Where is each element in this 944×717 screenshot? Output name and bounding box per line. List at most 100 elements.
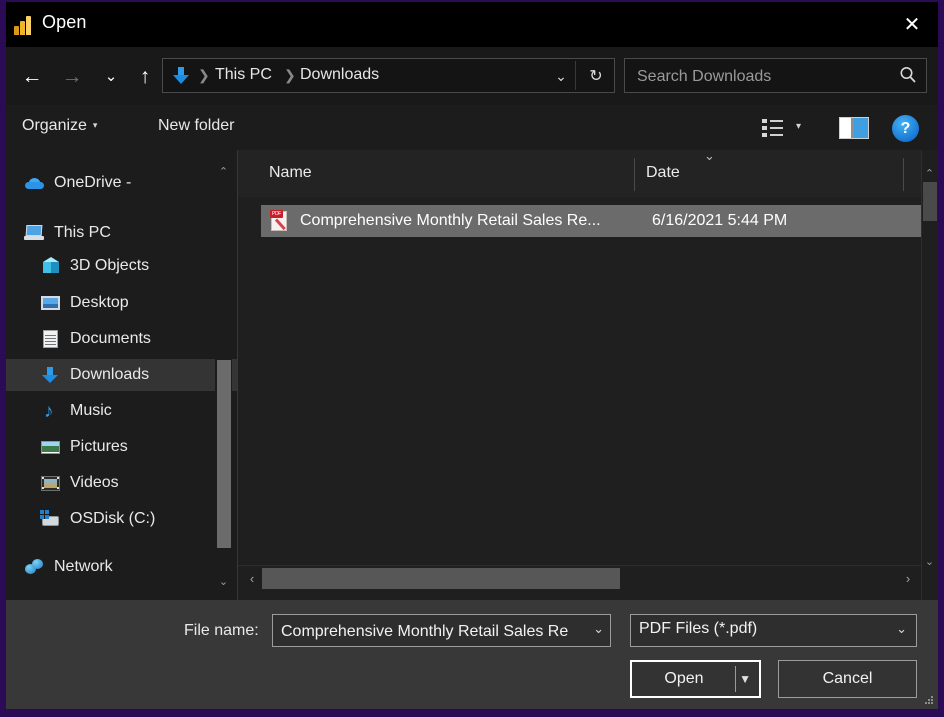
chevron-down-icon[interactable]: ⌄ — [896, 621, 907, 637]
command-bar: Organize▾ New folder ▾ ? — [6, 105, 938, 150]
sidebar-item-documents[interactable]: Documents — [6, 323, 238, 355]
sidebar-item-onedrive[interactable]: OneDrive - — [6, 167, 227, 199]
download-arrow-icon — [40, 365, 62, 385]
scroll-up-icon[interactable]: ⌃ — [215, 160, 232, 182]
new-folder-button[interactable]: New folder — [158, 117, 234, 135]
file-date-cell: 6/16/2021 5:44 PM — [652, 212, 787, 230]
chevron-down-icon[interactable]: ⌄ — [593, 621, 604, 637]
open-file-dialog: Open ✕ ← → ⌄ ↑ ❯ This PC ❯ Downloads ⌄ ↻ — [6, 2, 938, 709]
title-bar: Open ✕ — [6, 2, 938, 47]
network-icon — [24, 557, 46, 577]
sidebar-item-music[interactable]: ♪ Music — [6, 395, 238, 427]
address-bar[interactable]: ❯ This PC ❯ Downloads ⌄ ↻ — [162, 58, 615, 93]
scrollbar-thumb[interactable] — [217, 360, 231, 548]
video-icon — [40, 473, 62, 493]
chevron-down-icon[interactable]: ⌄ — [550, 66, 572, 86]
scroll-right-icon[interactable]: › — [897, 566, 919, 591]
scroll-down-icon[interactable]: ⌄ — [921, 550, 938, 572]
document-icon — [40, 329, 62, 349]
picture-icon — [40, 437, 62, 457]
breadcrumb-separator: ❯ — [284, 67, 296, 84]
sidebar-item-pictures[interactable]: Pictures — [6, 431, 238, 463]
sidebar-item-this-pc[interactable]: This PC — [6, 217, 227, 249]
disk-icon — [40, 509, 62, 529]
column-headers: Name Date ⌄ — [238, 150, 921, 197]
computer-icon — [24, 223, 46, 243]
view-options-icon[interactable] — [762, 117, 784, 139]
dialog-footer: File name: ⌄ PDF Files (*.pdf) ⌄ Open ▼ … — [6, 600, 938, 709]
file-list-pane: Name Date ⌄ PDF Comprehensive Monthly Re… — [238, 150, 938, 600]
column-header-date[interactable]: Date — [646, 164, 680, 182]
organize-button[interactable]: Organize▾ — [22, 117, 97, 135]
scrollbar-track-line — [921, 150, 922, 600]
sidebar-item-downloads[interactable]: Downloads — [6, 359, 238, 391]
search-box[interactable] — [624, 58, 927, 93]
sidebar-item-label: Videos — [70, 474, 119, 492]
navigation-pane: OneDrive - This PC 3D Objects Desktop — [6, 150, 238, 600]
divider — [735, 666, 736, 692]
pdf-file-icon: PDF — [270, 210, 290, 232]
cube-icon — [40, 256, 62, 276]
sort-indicator-icon: ⌄ — [704, 148, 715, 164]
scroll-up-icon[interactable]: ⌃ — [921, 162, 938, 184]
sidebar-item-label: OneDrive - — [54, 174, 131, 192]
sidebar-item-desktop[interactable]: Desktop — [6, 287, 238, 319]
divider — [575, 61, 576, 90]
sidebar-item-videos[interactable]: Videos — [6, 467, 238, 499]
table-row[interactable]: PDF Comprehensive Monthly Retail Sales R… — [261, 205, 921, 237]
pdf-badge: PDF — [270, 210, 283, 218]
horizontal-scrollbar-thumb[interactable] — [262, 568, 620, 589]
sidebar-item-label: This PC — [54, 224, 111, 242]
chevron-down-icon[interactable]: ▾ — [796, 121, 801, 132]
scroll-down-icon[interactable]: ⌄ — [215, 570, 232, 592]
breadcrumb-this-pc[interactable]: This PC — [215, 66, 272, 84]
scrollbar-thumb[interactable] — [923, 182, 937, 221]
forward-button[interactable]: → — [55, 59, 89, 93]
file-type-combobox[interactable]: PDF Files (*.pdf) ⌄ — [630, 614, 917, 647]
sidebar-item-label: Music — [70, 402, 112, 420]
search-icon — [898, 65, 918, 85]
column-header-name[interactable]: Name — [269, 164, 312, 182]
column-divider[interactable] — [903, 158, 904, 191]
sidebar-item-osdisk[interactable]: OSDisk (C:) — [6, 503, 238, 535]
resize-grip[interactable] — [925, 696, 934, 705]
file-type-value: PDF Files (*.pdf) — [639, 620, 757, 638]
preview-pane-icon[interactable] — [839, 117, 869, 139]
close-icon[interactable]: ✕ — [886, 2, 938, 47]
sidebar-item-network[interactable]: Network — [6, 551, 227, 583]
horizontal-scrollbar[interactable]: ‹ › — [238, 565, 921, 591]
sidebar-item-label: Pictures — [70, 438, 128, 456]
open-button[interactable]: Open ▼ — [630, 660, 761, 698]
recent-locations-button[interactable]: ⌄ — [94, 59, 128, 93]
help-button[interactable]: ? — [892, 115, 919, 142]
sidebar-item-3d-objects[interactable]: 3D Objects — [6, 250, 238, 282]
organize-label: Organize — [22, 117, 87, 134]
up-button[interactable]: ↑ — [128, 59, 162, 93]
column-divider[interactable] — [634, 158, 635, 191]
breadcrumb-separator: ❯ — [198, 67, 210, 84]
caret-down-icon[interactable]: ▼ — [739, 672, 751, 686]
cancel-button[interactable]: Cancel — [778, 660, 917, 698]
file-name-label: File name: — [184, 622, 259, 640]
bar-chart-icon — [14, 16, 33, 35]
music-note-icon: ♪ — [40, 401, 62, 421]
navigation-bar: ← → ⌄ ↑ ❯ This PC ❯ Downloads ⌄ ↻ — [6, 47, 938, 105]
breadcrumb-downloads[interactable]: Downloads — [300, 66, 379, 84]
sidebar-item-label: Network — [54, 558, 113, 576]
sidebar-item-label: OSDisk (C:) — [70, 510, 155, 528]
file-name-combobox[interactable]: ⌄ — [272, 614, 611, 647]
scroll-left-icon[interactable]: ‹ — [241, 566, 263, 591]
open-button-label: Open — [632, 670, 736, 688]
refresh-icon[interactable]: ↻ — [582, 64, 610, 88]
search-input[interactable] — [635, 59, 889, 94]
sidebar-item-label: 3D Objects — [70, 257, 149, 275]
sidebar-scrollbar[interactable]: ⌃ ⌄ — [215, 150, 232, 600]
back-button[interactable]: ← — [15, 59, 49, 93]
cloud-icon — [24, 173, 46, 193]
file-name-cell: Comprehensive Monthly Retail Sales Re... — [300, 212, 652, 230]
file-name-input[interactable] — [279, 615, 579, 648]
downloads-arrow-icon — [171, 66, 191, 86]
sidebar-item-label: Desktop — [70, 294, 129, 312]
file-list-scrollbar[interactable]: ⌃ ⌄ — [921, 150, 938, 600]
desktop-icon — [40, 293, 62, 313]
